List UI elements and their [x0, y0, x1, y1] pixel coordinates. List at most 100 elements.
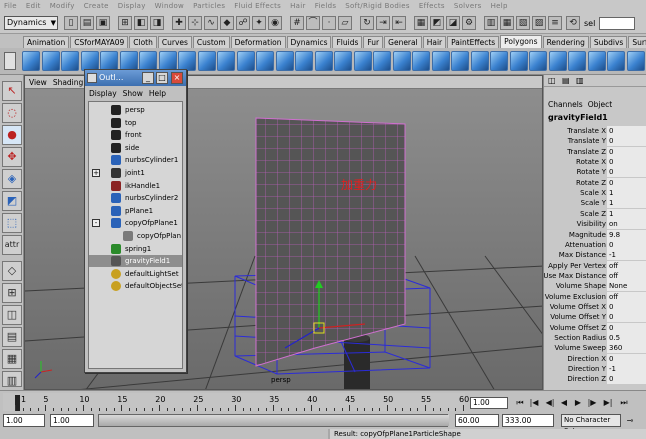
- menu-item-2[interactable]: Modify: [50, 2, 75, 10]
- menu-item-10[interactable]: Soft/Rigid Bodies: [345, 2, 410, 10]
- channel-row[interactable]: Rotate Y0: [544, 167, 646, 178]
- outliner-item[interactable]: gravityField1: [89, 255, 182, 268]
- command-input[interactable]: [0, 429, 328, 439]
- channel-row[interactable]: Direction X0: [544, 353, 646, 364]
- step-forward-icon[interactable]: |▶: [586, 396, 598, 409]
- channel-value[interactable]: 0: [607, 301, 646, 312]
- tab-2[interactable]: Cloth: [129, 36, 157, 48]
- maximize-icon[interactable]: □: [156, 72, 168, 84]
- scale-tool-icon[interactable]: ◩: [2, 191, 22, 211]
- shelf-tool-icon[interactable]: [236, 51, 255, 71]
- channel-row[interactable]: Direction Z0: [544, 374, 646, 385]
- outliner-item[interactable]: spring1: [89, 243, 182, 255]
- channel-value[interactable]: -1: [607, 250, 646, 261]
- tab-1[interactable]: CSforMAYA09: [70, 36, 129, 48]
- rotate-tool-icon[interactable]: ◈: [2, 169, 22, 189]
- menu-item-1[interactable]: Edit: [26, 2, 41, 10]
- channel-value[interactable]: 0: [607, 312, 646, 323]
- outliner-item[interactable]: - copyOfpPlane1: [89, 217, 182, 229]
- history-icon[interactable]: ↻: [360, 16, 374, 30]
- open-scene-icon[interactable]: ▤: [80, 16, 94, 30]
- reset-icon[interactable]: ⟲: [566, 16, 580, 30]
- shelf-menu-icon[interactable]: [4, 52, 16, 70]
- channel-row[interactable]: Volume Shape None: [544, 281, 646, 292]
- snap-point-icon[interactable]: ·: [322, 16, 336, 30]
- outliner-item[interactable]: copyOfpPlan: [89, 230, 182, 242]
- render-view-icon[interactable]: ▦: [414, 16, 428, 30]
- shelf-tool-icon[interactable]: [568, 51, 586, 71]
- snap-view-plane-icon[interactable]: ▱: [338, 16, 352, 30]
- shelf-tool-icon[interactable]: [22, 51, 40, 71]
- tab-4[interactable]: Custom: [192, 36, 230, 48]
- channel-value[interactable]: 0: [607, 374, 646, 385]
- channel-box-tool-icon[interactable]: ▥: [576, 76, 584, 85]
- channel-row[interactable]: Rotate X0: [544, 157, 646, 168]
- menu-item-8[interactable]: Hair: [290, 2, 306, 10]
- channel-value[interactable]: 1: [607, 198, 646, 209]
- channel-value[interactable]: 0: [607, 353, 646, 364]
- tab-0[interactable]: Animation: [23, 36, 70, 48]
- range-inner-end-field[interactable]: 60.00: [455, 414, 499, 427]
- channel-value[interactable]: 9.8: [607, 229, 646, 240]
- step-back-key-icon[interactable]: |◀: [528, 396, 540, 409]
- four-pane-layout-icon[interactable]: ⊞: [2, 283, 22, 303]
- input-ops-icon[interactable]: ⇥: [376, 16, 390, 30]
- new-scene-icon[interactable]: ▯: [64, 16, 78, 30]
- select-object-icon[interactable]: ◧: [134, 16, 148, 30]
- menu-item-3[interactable]: Create: [84, 2, 109, 10]
- menu-item-12[interactable]: Solvers: [454, 2, 482, 10]
- mask-surfaces-icon[interactable]: ◆: [220, 16, 234, 30]
- channel-row[interactable]: Section Radius 0.5: [544, 333, 646, 343]
- toggle-panel-icon[interactable]: ▥: [484, 16, 498, 30]
- outliner-item[interactable]: front: [89, 129, 182, 141]
- menu-item-7[interactable]: Fluid Effects: [234, 2, 281, 10]
- shelf-tool-icon[interactable]: [295, 51, 313, 71]
- channel-value[interactable]: off: [607, 260, 646, 271]
- shelf-tool-icon[interactable]: [548, 51, 567, 71]
- channel-row[interactable]: Magnitude 9.8: [544, 229, 646, 240]
- tab-15[interactable]: Surfaces: [628, 36, 646, 48]
- tab-9[interactable]: General: [384, 36, 422, 48]
- select-hierarchy-icon[interactable]: ⊞: [118, 16, 132, 30]
- menu-item-5[interactable]: Window: [155, 2, 184, 10]
- paint-select-tool-icon[interactable]: ●: [2, 125, 22, 145]
- menu-item-9[interactable]: Fields: [315, 2, 337, 10]
- tab-3[interactable]: Curves: [157, 36, 192, 48]
- hypershade-layout-icon[interactable]: ▥: [2, 371, 22, 387]
- tab-12[interactable]: Polygons: [500, 35, 542, 48]
- tab-6[interactable]: Dynamics: [286, 36, 332, 48]
- channel-row[interactable]: Scale Y1: [544, 198, 646, 209]
- quick-select-input[interactable]: [599, 17, 635, 30]
- shelf-tool-icon[interactable]: [412, 51, 430, 71]
- range-start-field[interactable]: 1.00: [3, 414, 45, 427]
- range-end-field[interactable]: 333.00: [502, 414, 554, 427]
- channel-box-layer-icon[interactable]: ◫: [548, 76, 556, 85]
- outliner-item[interactable]: side: [89, 142, 182, 154]
- channel-row[interactable]: Translate X0: [544, 126, 646, 136]
- shelf-tool-icon[interactable]: [217, 51, 235, 71]
- tool-settings-icon[interactable]: ▧: [516, 16, 530, 30]
- mask-handles-icon[interactable]: ✚: [172, 16, 186, 30]
- channel-row[interactable]: Volume Offset Z0: [544, 322, 646, 333]
- tab-8[interactable]: Fur: [363, 36, 384, 48]
- tab-7[interactable]: Fluids: [332, 36, 363, 48]
- mask-joints-icon[interactable]: ⊹: [188, 16, 202, 30]
- channel-value[interactable]: off: [607, 270, 646, 281]
- tab-11[interactable]: PaintEffects: [447, 36, 500, 48]
- current-frame-field[interactable]: 1.00: [470, 397, 508, 409]
- mask-rendering-icon[interactable]: ◉: [268, 16, 282, 30]
- range-slider[interactable]: [98, 414, 449, 427]
- channel-value[interactable]: 0.5: [607, 333, 646, 343]
- play-forward-icon[interactable]: ▶: [572, 396, 584, 409]
- attribute-editor-icon[interactable]: ▨: [532, 16, 546, 30]
- time-track[interactable]: 1 5 10 15 20 25 30 35 40 45 50 55 60: [3, 393, 469, 411]
- outliner-list[interactable]: persp top front side nurbsCylinder1 + joint1 ik…: [88, 101, 183, 369]
- time-slider[interactable]: 1 5 10 15 20 25 30 35 40 45 50 55 60 1.00 ⏮ |◀ ◀| ◀ …: [0, 390, 646, 412]
- outliner-menu-item[interactable]: Display: [89, 89, 117, 98]
- shelf-tool-icon[interactable]: [314, 51, 333, 71]
- shelf-tool-icon[interactable]: [334, 51, 352, 71]
- channel-value[interactable]: 0: [607, 177, 646, 188]
- shelf-tool-icon[interactable]: [275, 51, 294, 71]
- shelf-tool-icon[interactable]: [509, 51, 528, 71]
- shelf-tool-icon[interactable]: [451, 51, 469, 71]
